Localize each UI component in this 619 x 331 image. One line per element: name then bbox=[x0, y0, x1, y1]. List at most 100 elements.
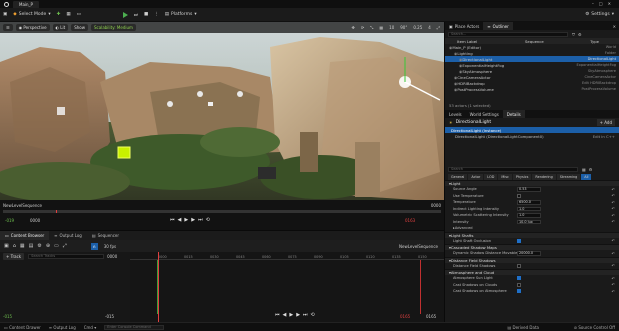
reset-icon[interactable]: ↶ bbox=[612, 282, 615, 287]
reset-icon[interactable]: ↶ bbox=[612, 263, 615, 268]
filter-chip[interactable]: LOD bbox=[484, 173, 498, 180]
next-frame-icon[interactable]: ▶ bbox=[191, 217, 198, 223]
close-icon[interactable]: ✕ bbox=[613, 24, 616, 29]
filter-chip[interactable]: Actor bbox=[468, 173, 484, 180]
move-icon[interactable]: ✥ bbox=[351, 25, 354, 30]
playhead[interactable] bbox=[158, 252, 159, 322]
scale-icon[interactable]: ⤡ bbox=[370, 25, 373, 30]
dynamic-distance-input[interactable]: 20000.0 bbox=[517, 251, 541, 256]
add-component-button[interactable]: + Add bbox=[596, 119, 615, 126]
filter-chip[interactable]: Streaming bbox=[556, 173, 581, 180]
lit-button[interactable]: ◐ Lit bbox=[52, 24, 69, 31]
snap-icon[interactable]: ∩ bbox=[90, 242, 98, 250]
reset-icon[interactable]: ↶ bbox=[612, 289, 615, 294]
reset-icon[interactable]: ↶ bbox=[612, 187, 615, 192]
strip-playhead[interactable] bbox=[55, 210, 57, 213]
filter-chip[interactable]: Physics bbox=[512, 173, 532, 180]
save-icon[interactable]: ▣ bbox=[0, 11, 10, 19]
details-settings-icon[interactable]: ⚙ bbox=[589, 167, 593, 172]
reset-icon[interactable]: ↶ bbox=[612, 251, 615, 256]
reset-icon[interactable]: ↶ bbox=[612, 276, 615, 281]
select-mode-button[interactable]: ◆ Select Mode ▾ bbox=[10, 11, 53, 19]
filter-chip[interactable]: Rendering bbox=[532, 173, 556, 180]
light-shaft-checkbox[interactable] bbox=[517, 238, 521, 243]
reset-icon[interactable]: ↶ bbox=[612, 200, 615, 205]
cmd-button[interactable]: Cmd ▾ bbox=[84, 325, 97, 330]
play-icon[interactable]: ▶ bbox=[184, 217, 191, 223]
platforms-button[interactable]: ▤ Platforms ▾ bbox=[162, 11, 200, 19]
settings-button[interactable]: ⚙ Settings ▾ bbox=[582, 11, 617, 19]
fps-select[interactable]: 30 fps bbox=[104, 244, 116, 249]
reset-icon[interactable]: ↶ bbox=[612, 238, 615, 243]
column-type[interactable]: Type bbox=[590, 39, 599, 44]
timeline-transport[interactable]: ⏮◀▶▶⏭⟲ bbox=[275, 312, 318, 318]
tab-sequencer[interactable]: ▤ Sequencer bbox=[87, 231, 124, 241]
sequencer-tool-icons[interactable]: ▣⌂▦▤⚙⊕▭⤢ bbox=[4, 243, 71, 249]
console-input[interactable]: Enter Console Command bbox=[104, 324, 165, 330]
timeline-ruler[interactable]: 0000 0015 0030 0045 0060 0075 0090 0105 0120 0135… bbox=[130, 254, 444, 260]
perspective-button[interactable]: ◉ Perspective bbox=[15, 24, 50, 31]
tab-levels[interactable]: Levels bbox=[445, 110, 466, 118]
column-sequence[interactable]: Sequence bbox=[525, 39, 544, 44]
skip-end-icon[interactable]: ⏭ bbox=[198, 217, 206, 223]
add-actor-icon[interactable]: ✚ bbox=[54, 11, 64, 19]
rotation-snap-value[interactable]: 90° bbox=[400, 25, 407, 30]
reset-icon[interactable]: ↶ bbox=[612, 213, 615, 218]
reset-icon[interactable]: ↶ bbox=[612, 219, 615, 224]
column-item-label[interactable]: Item Label bbox=[457, 39, 477, 44]
current-frame[interactable]: 0000 bbox=[107, 254, 117, 259]
loop-icon[interactable]: ⟲ bbox=[206, 217, 213, 223]
end-marker[interactable] bbox=[420, 260, 421, 314]
prop-advanced[interactable]: ▸ Advanced bbox=[445, 225, 619, 232]
outliner-search-input[interactable]: Search... bbox=[448, 31, 568, 37]
level-tab[interactable]: Main_P bbox=[13, 0, 39, 8]
range-start-2[interactable]: -015 bbox=[105, 314, 114, 319]
add-track-button[interactable]: + Track bbox=[3, 252, 25, 260]
stop-icon[interactable]: ■ bbox=[141, 11, 151, 19]
skip-start-icon[interactable]: ⏮ bbox=[170, 217, 178, 223]
content-drawer-button[interactable]: ▭ Content Drawer bbox=[4, 325, 41, 330]
strip-track[interactable] bbox=[3, 210, 441, 213]
track-search-input[interactable]: Search Tracks bbox=[28, 253, 105, 259]
tab-output-log[interactable]: ≡ Output Log bbox=[49, 231, 87, 241]
cast-clouds-checkbox[interactable] bbox=[517, 282, 521, 287]
maximize-icon[interactable]: ⤢ bbox=[437, 25, 440, 30]
details-search-input[interactable]: Search bbox=[448, 166, 578, 172]
tab-content-browser[interactable]: ▭ Content Browser bbox=[0, 230, 50, 241]
viewport-menu-icon[interactable]: ☰ bbox=[3, 24, 13, 31]
atmo-sun-checkbox[interactable] bbox=[517, 276, 521, 281]
sequencer-timeline[interactable]: 0000 0015 0030 0045 0060 0075 0090 0105 0120 0135… bbox=[130, 252, 444, 322]
window-controls[interactable]: –□✕ bbox=[592, 1, 616, 6]
derived-data-button[interactable]: ▤ Derived Data bbox=[507, 325, 539, 330]
play-button[interactable] bbox=[120, 11, 131, 19]
filter-icon[interactable]: ⛉ bbox=[572, 32, 575, 37]
range-end[interactable]: 0165 bbox=[400, 314, 410, 319]
grid-snap-value[interactable]: 10 bbox=[389, 25, 394, 30]
source-angle-input[interactable]: 0.53 bbox=[517, 187, 541, 192]
range-end-2[interactable]: 0165 bbox=[426, 314, 436, 319]
filter-chip[interactable]: Misc bbox=[498, 173, 512, 180]
prev-frame-icon[interactable]: ◀ bbox=[178, 217, 185, 223]
show-button[interactable]: Show bbox=[71, 24, 89, 31]
filter-chip[interactable]: General bbox=[448, 173, 468, 180]
volumetric-input[interactable]: 1.0 bbox=[517, 213, 541, 218]
output-log-button[interactable]: ≡ Output Log bbox=[49, 325, 76, 330]
source-control-button[interactable]: ⊘ Source Control Off bbox=[574, 325, 615, 330]
camera-speed-value[interactable]: 4 bbox=[428, 25, 431, 30]
scalability-badge[interactable]: Scalability: Medium bbox=[91, 24, 136, 31]
outliner-settings-icon[interactable]: ⚙ bbox=[578, 32, 582, 37]
tab-outliner[interactable]: ≡ Outliner bbox=[483, 22, 513, 30]
cast-atmo-checkbox[interactable] bbox=[517, 289, 521, 294]
tab-place-actors[interactable]: ▣ Place Actors bbox=[445, 22, 483, 30]
outliner-row[interactable]: ◉ PostProcessVolume PostProcessVolume bbox=[445, 86, 619, 92]
reset-icon[interactable]: ↶ bbox=[612, 193, 615, 198]
step-icon[interactable]: ⏭ bbox=[131, 11, 141, 19]
temperature-input[interactable]: 6500.0 bbox=[517, 200, 541, 205]
grid-view-icon[interactable]: ▦ bbox=[582, 167, 586, 172]
play-options-icon[interactable]: ⋮ bbox=[151, 11, 162, 19]
start-marker[interactable] bbox=[157, 260, 158, 314]
rotate-icon[interactable]: ⟳ bbox=[361, 25, 364, 30]
range-start[interactable]: -015 bbox=[3, 314, 12, 319]
intensity-input[interactable]: 10.0 lux bbox=[517, 219, 541, 224]
use-temperature-checkbox[interactable] bbox=[517, 193, 521, 198]
